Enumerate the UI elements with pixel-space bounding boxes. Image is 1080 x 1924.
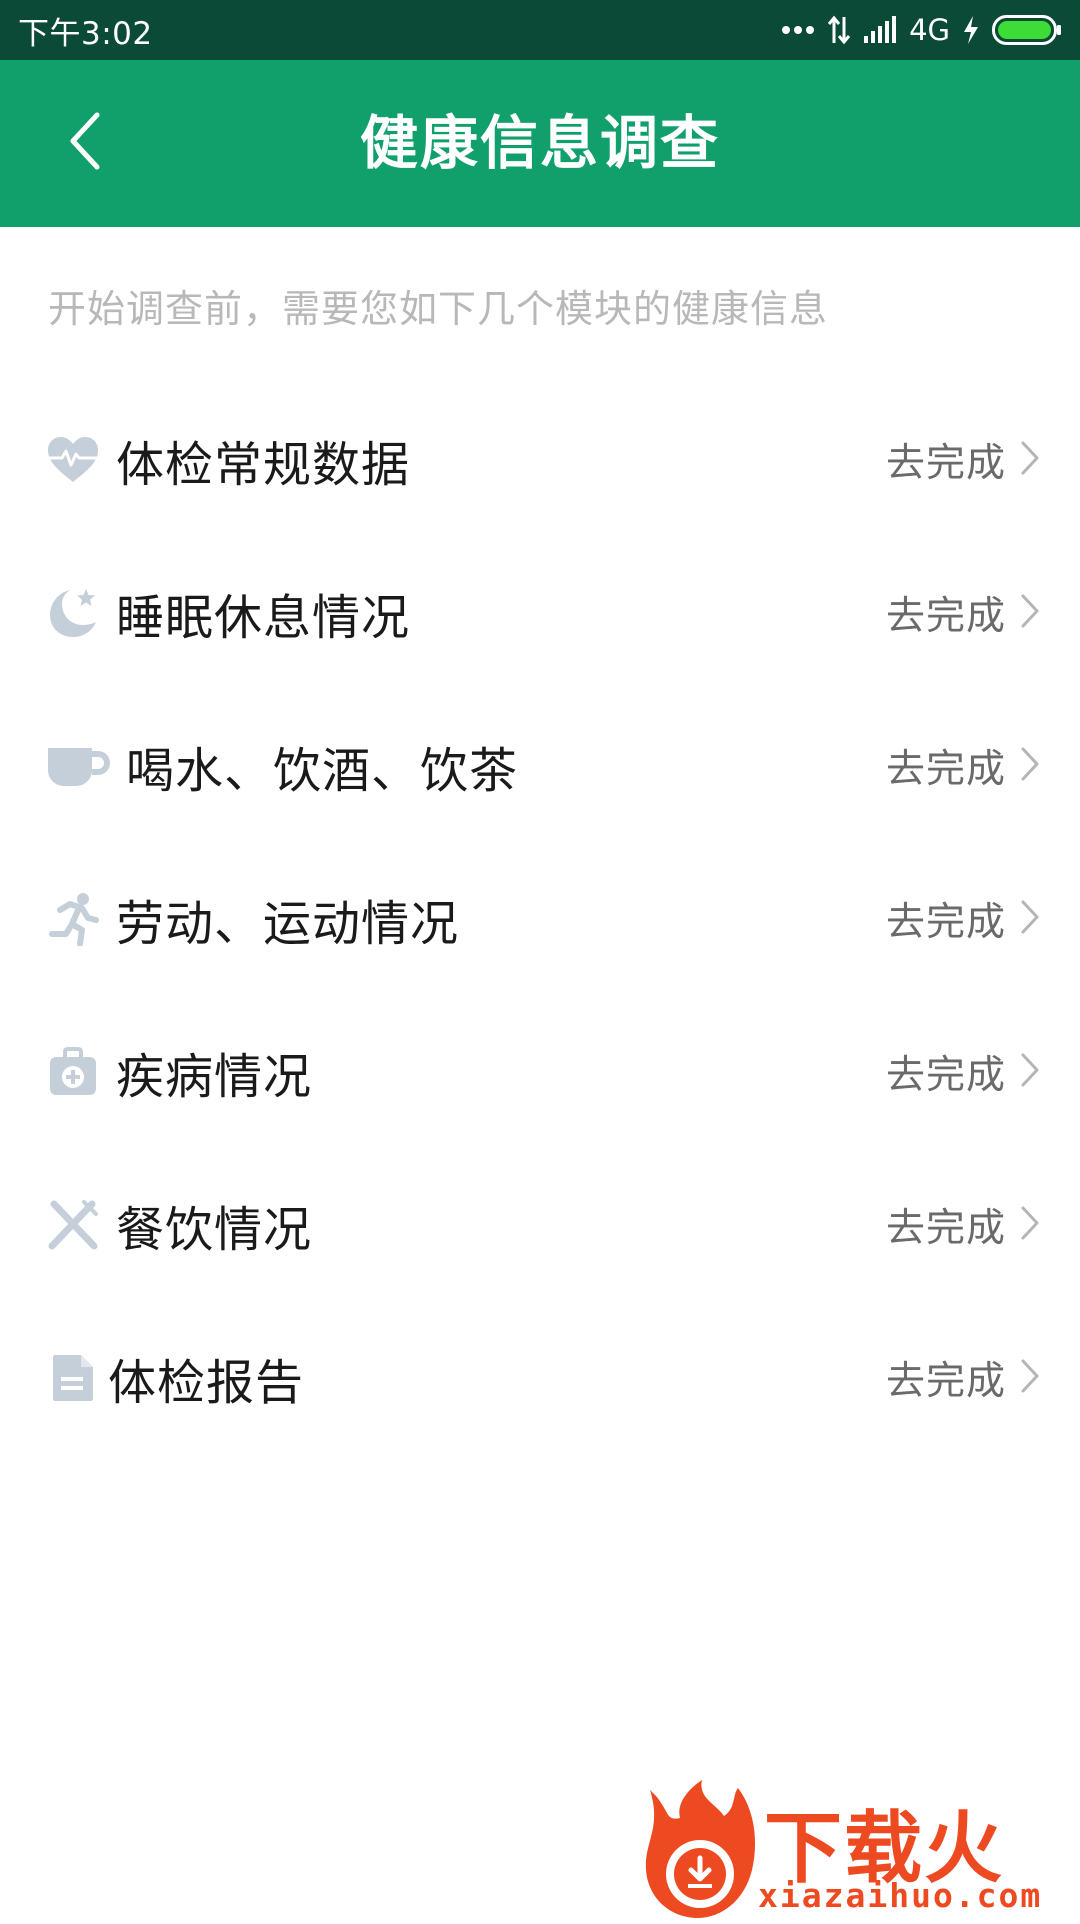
running-icon — [46, 892, 100, 946]
network-type: 4G — [909, 13, 950, 47]
module-item-checkup-data[interactable]: 体检常规数据 去完成 — [0, 383, 1080, 536]
flame-download-icon — [640, 1778, 760, 1924]
module-label: 餐饮情况 — [116, 1201, 313, 1258]
chevron-right-icon — [1020, 1358, 1040, 1398]
module-item-report[interactable]: 体检报告 去完成 — [0, 1301, 1080, 1454]
status-time: 下午3:02 — [18, 15, 153, 52]
module-item-diet[interactable]: 餐饮情况 去完成 — [0, 1148, 1080, 1301]
chevron-right-icon — [1020, 1205, 1040, 1245]
module-action[interactable]: 去完成 — [886, 1044, 1040, 1100]
watermark-url: xiazaihuo.com — [758, 1876, 1043, 1915]
module-item-disease[interactable]: 疾病情况 去完成 — [0, 995, 1080, 1148]
heart-pulse-icon — [46, 433, 100, 487]
chevron-right-icon — [1020, 440, 1040, 480]
battery-icon — [992, 15, 1062, 45]
module-action[interactable]: 去完成 — [886, 585, 1040, 641]
module-action[interactable]: 去完成 — [886, 1197, 1040, 1253]
module-label: 劳动、运动情况 — [116, 895, 460, 952]
more-dots-icon — [781, 25, 815, 35]
module-list: 体检常规数据 去完成 睡眠休息情况 去完成 喝水、饮酒、饮茶 去完成 劳动、运动… — [0, 383, 1080, 1454]
complete-link: 去完成 — [885, 1052, 1006, 1098]
data-arrows-icon — [827, 15, 851, 45]
module-action[interactable]: 去完成 — [886, 891, 1040, 947]
chevron-right-icon — [1020, 1052, 1040, 1092]
intro-text: 开始调查前，需要您如下几个模块的健康信息 — [48, 287, 829, 331]
medical-kit-icon — [46, 1045, 100, 1099]
module-label: 睡眠休息情况 — [116, 589, 411, 646]
fork-knife-icon — [46, 1198, 100, 1252]
complete-link: 去完成 — [885, 1205, 1006, 1251]
app-header: 健康信息调查 — [0, 60, 1080, 227]
module-item-exercise[interactable]: 劳动、运动情况 去完成 — [0, 842, 1080, 995]
complete-link: 去完成 — [885, 746, 1006, 792]
chevron-right-icon — [1020, 593, 1040, 633]
document-icon — [46, 1351, 100, 1405]
module-label: 体检常规数据 — [116, 436, 411, 493]
moon-star-icon — [46, 586, 100, 640]
status-icons: 4G — [781, 13, 1062, 47]
back-button[interactable] — [50, 103, 120, 183]
complete-link: 去完成 — [885, 1358, 1006, 1404]
chevron-left-icon — [67, 111, 103, 175]
chevron-right-icon — [1020, 746, 1040, 786]
module-action[interactable]: 去完成 — [886, 1350, 1040, 1406]
module-action[interactable]: 去完成 — [886, 738, 1040, 794]
chevron-right-icon — [1020, 899, 1040, 939]
signal-icon — [863, 16, 897, 44]
complete-link: 去完成 — [885, 440, 1006, 486]
page-title: 健康信息调查 — [359, 109, 720, 177]
charging-icon — [962, 15, 980, 45]
complete-link: 去完成 — [885, 899, 1006, 945]
module-label: 喝水、饮酒、饮茶 — [126, 742, 519, 799]
cup-icon — [46, 739, 110, 793]
module-label: 体检报告 — [108, 1354, 305, 1411]
status-bar: 下午3:02 4G — [0, 0, 1080, 60]
module-item-drinks[interactable]: 喝水、饮酒、饮茶 去完成 — [0, 689, 1080, 842]
watermark-logo: 下载火 xiazaihuo.com — [640, 1778, 1080, 1920]
module-action[interactable]: 去完成 — [886, 432, 1040, 488]
module-label: 疾病情况 — [116, 1048, 313, 1105]
module-item-sleep[interactable]: 睡眠休息情况 去完成 — [0, 536, 1080, 689]
complete-link: 去完成 — [885, 593, 1006, 639]
